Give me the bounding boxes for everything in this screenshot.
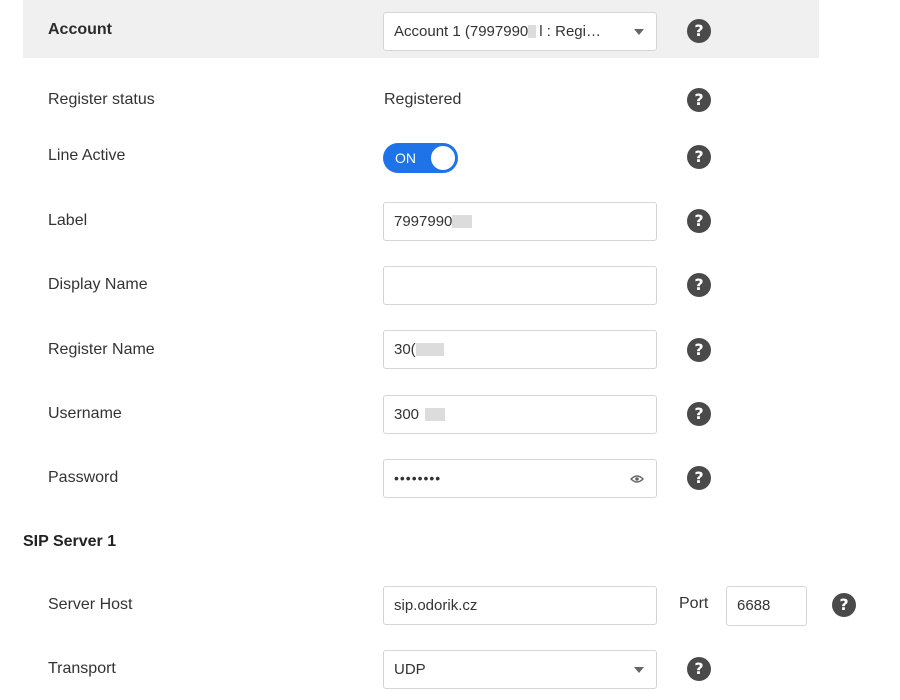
help-icon-password[interactable]: ? xyxy=(687,466,711,490)
help-icon-username[interactable]: ? xyxy=(687,402,711,426)
account-select[interactable]: Account 1 (7997990 l : Regi… xyxy=(383,12,657,51)
display-name-input[interactable] xyxy=(383,266,657,305)
line-active-toggle[interactable]: ON xyxy=(383,143,458,173)
help-icon-line-active[interactable]: ? xyxy=(687,145,711,169)
register-name-input[interactable]: 30( xyxy=(383,330,657,369)
server-host-input[interactable]: sip.odorik.cz xyxy=(383,586,657,625)
account-label: Account xyxy=(48,21,112,38)
username-input-value: 300 xyxy=(394,406,420,423)
label-input[interactable]: 7997990 xyxy=(383,202,657,241)
username-input[interactable]: 300 xyxy=(383,395,657,434)
port-input[interactable]: 6688 xyxy=(726,586,807,626)
display-name-label: Display Name xyxy=(48,276,148,293)
account-select-value: Account 1 (7997990 xyxy=(394,23,529,40)
chevron-down-icon xyxy=(634,29,644,35)
password-input-value: •••••••• xyxy=(394,470,442,486)
line-active-label: Line Active xyxy=(48,147,126,164)
register-name-input-value: 30( xyxy=(394,341,416,358)
redacted-block xyxy=(425,408,446,421)
account-select-status: : Regi… xyxy=(546,23,601,40)
port-label: Port xyxy=(679,595,709,612)
port-input-value: 6688 xyxy=(737,597,771,614)
register-status-label: Register status xyxy=(48,91,155,108)
account-select-value-suffix: l xyxy=(536,23,547,40)
server-host-label: Server Host xyxy=(48,596,133,613)
help-icon-register-name[interactable]: ? xyxy=(687,338,711,362)
label-field-label: Label xyxy=(48,212,88,229)
register-status-value: Registered xyxy=(384,91,462,108)
redacted-block xyxy=(452,215,473,228)
chevron-down-icon xyxy=(634,667,644,673)
eye-icon[interactable] xyxy=(630,474,644,484)
help-icon-transport[interactable]: ? xyxy=(687,657,711,681)
username-label: Username xyxy=(48,405,122,422)
transport-select[interactable]: UDP xyxy=(383,650,657,689)
help-icon-register-status[interactable]: ? xyxy=(687,88,711,112)
transport-label: Transport xyxy=(48,660,116,677)
server-host-input-value: sip.odorik.cz xyxy=(394,597,478,614)
help-icon-server-host[interactable]: ? xyxy=(832,593,856,617)
account-settings-page: Account Account 1 (7997990 l : Regi… ? R… xyxy=(0,0,900,700)
transport-select-value: UDP xyxy=(394,661,426,678)
redacted-block xyxy=(415,343,444,356)
toggle-knob xyxy=(431,146,455,170)
help-icon-display-name[interactable]: ? xyxy=(687,273,711,297)
help-icon-label[interactable]: ? xyxy=(687,209,711,233)
sip-server-section-title: SIP Server 1 xyxy=(23,533,117,550)
label-input-value: 7997990 xyxy=(394,213,453,230)
password-label: Password xyxy=(48,469,119,486)
help-icon-account[interactable]: ? xyxy=(687,19,711,43)
register-name-label: Register Name xyxy=(48,341,155,358)
password-input[interactable]: •••••••• xyxy=(383,459,657,498)
toggle-state-text: ON xyxy=(395,150,416,166)
